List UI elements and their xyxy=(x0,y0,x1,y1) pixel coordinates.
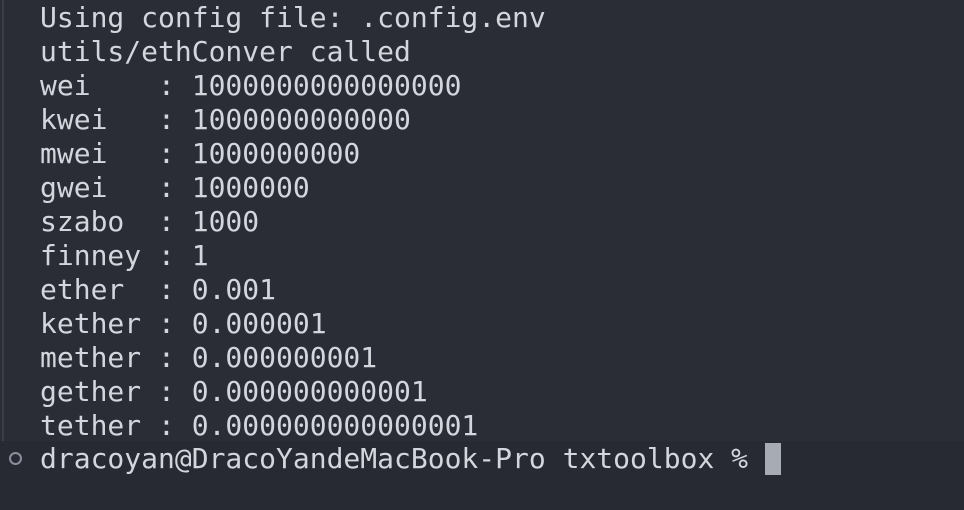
output-line: gether : 0.000000000001 xyxy=(40,375,428,408)
text-cursor xyxy=(765,443,782,475)
output-line: szabo : 1000 xyxy=(40,205,260,238)
output-line: finney : 1 xyxy=(40,239,209,272)
output-line: Using config file: .config.env xyxy=(40,1,546,34)
terminal-window[interactable]: Using config file: .config.env utils/eth… xyxy=(0,0,964,510)
output-line: utils/ethConver called xyxy=(40,35,411,68)
prompt-line[interactable]: dracoyan@DracoYandeMacBook-Pro txtoolbox… xyxy=(40,442,782,476)
shell-prompt: dracoyan@DracoYandeMacBook-Pro txtoolbox… xyxy=(40,442,749,475)
output-line: gwei : 1000000 xyxy=(40,171,310,204)
prompt-row[interactable]: dracoyan@DracoYandeMacBook-Pro txtoolbox… xyxy=(0,442,964,476)
output-line: wei : 1000000000000000 xyxy=(40,69,462,102)
output-gutter-line xyxy=(2,0,4,441)
output-line: kether : 0.000001 xyxy=(40,307,327,340)
output-line: kwei : 1000000000000 xyxy=(40,103,411,136)
prompt-status-circle-icon xyxy=(9,452,22,465)
command-output-block: Using config file: .config.env utils/eth… xyxy=(0,0,964,443)
output-line: tether : 0.000000000000001 xyxy=(40,409,479,442)
output-lines: Using config file: .config.env utils/eth… xyxy=(40,1,940,443)
output-line: mwei : 1000000000 xyxy=(40,137,361,170)
output-line: ether : 0.001 xyxy=(40,273,277,306)
output-line: mether : 0.000000001 xyxy=(40,341,378,374)
